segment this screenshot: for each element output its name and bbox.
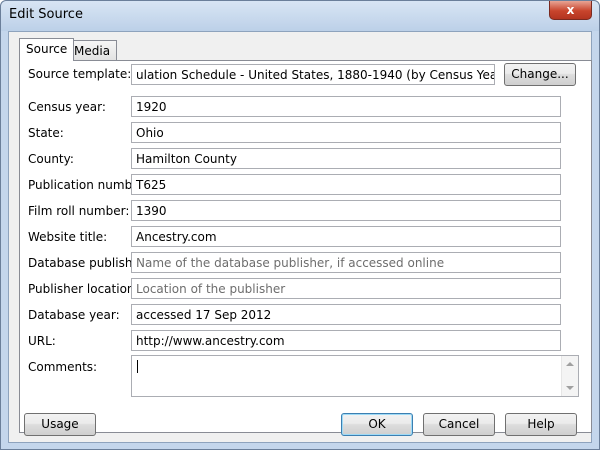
ok-button[interactable]: OK [341,413,413,436]
film-roll-number-label: Film roll number: [28,204,130,218]
text-caret [137,360,138,373]
cancel-button[interactable]: Cancel [423,413,495,436]
comments-label: Comments: [28,360,98,374]
county-field[interactable]: Hamilton County [131,148,561,169]
usage-button[interactable]: Usage [24,413,96,436]
tab-source[interactable]: Source [19,38,75,61]
edit-source-dialog: Edit Source x Source Media Source templa… [0,0,600,450]
title-bar[interactable]: Edit Source x [1,1,599,31]
close-icon: x [566,3,575,17]
change-template-button[interactable]: Change... [504,63,576,86]
publication-number-field[interactable]: T625 [131,174,561,195]
comments-textarea[interactable] [131,355,579,397]
publisher-location-label: Publisher location: [28,282,139,296]
database-publisher-field[interactable]: Name of the database publisher, if acces… [131,252,561,273]
close-button[interactable]: x [549,1,592,20]
publisher-location-field[interactable]: Location of the publisher [131,278,561,299]
website-title-label: Website title: [28,230,108,244]
census-year-label: Census year: [28,100,106,114]
database-year-label: Database year: [28,308,120,322]
census-year-field[interactable]: 1920 [131,96,561,117]
tab-media[interactable]: Media [67,40,118,61]
scroll-down-icon[interactable] [566,386,574,390]
county-label: County: [28,152,74,166]
source-template-label: Source template: [28,67,132,81]
url-field[interactable]: http://www.ancestry.com [131,330,561,351]
database-year-field[interactable]: accessed 17 Sep 2012 [131,304,561,325]
source-template-field[interactable]: ulation Schedule - United States, 1880-1… [131,64,495,85]
state-label: State: [28,126,64,140]
scroll-up-icon[interactable] [566,362,574,366]
film-roll-number-field[interactable]: 1390 [131,200,561,221]
url-label: URL: [28,334,56,348]
window-title: Edit Source [9,7,83,22]
help-button[interactable]: Help [505,413,577,436]
website-title-field[interactable]: Ancestry.com [131,226,561,247]
comments-scrollbar[interactable] [561,356,578,396]
state-field[interactable]: Ohio [131,122,561,143]
